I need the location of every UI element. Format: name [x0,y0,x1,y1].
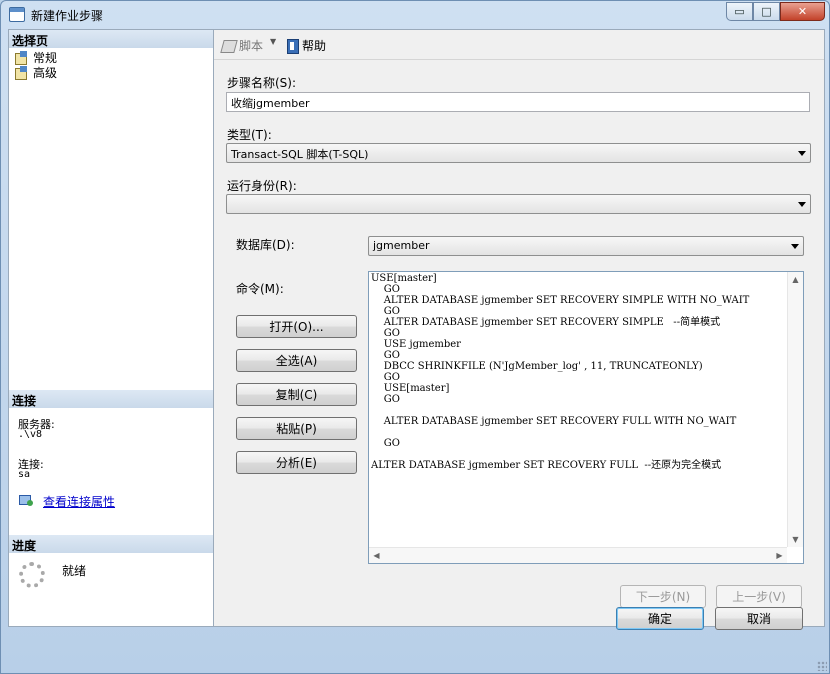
help-button[interactable]: 帮助 [286,37,326,54]
type-label: 类型(T): [227,128,272,142]
scroll-left-icon[interactable]: ◀ [369,548,384,563]
script-dropdown-arrow-icon[interactable]: ▼ [270,37,276,46]
cancel-button[interactable]: 取消 [715,607,803,630]
horizontal-scrollbar[interactable]: ◀ ▶ [369,547,787,563]
chevron-down-icon [798,202,806,207]
nav-item-advanced[interactable]: 高级 [13,65,57,80]
copy-button[interactable]: 复制(C) [236,383,357,406]
progress-status: 就绪 [62,564,87,578]
server-value: .\v8 [18,429,43,440]
run-as-label: 运行身份(R): [227,179,297,193]
progress-header: 进度 [9,535,213,553]
run-as-select[interactable] [226,194,811,214]
script-button[interactable]: 脚本 [221,37,263,54]
step-name-label: 步骤名称(S): [227,76,297,90]
parse-button[interactable]: 分析(E) [236,451,357,474]
close-button[interactable]: ✕ [780,2,825,21]
connection-value: sa [18,469,31,480]
ok-button[interactable]: 确定 [616,607,704,630]
vertical-scrollbar[interactable]: ▲ ▼ [787,272,803,547]
nav-item-label: 高级 [33,66,58,80]
previous-step-button[interactable]: 上一步(V) [716,585,802,608]
right-pane: 脚本 ▼ 帮助 步骤名称(S): 收缩jgmember 类型(T): Trans… [214,29,825,627]
scroll-up-icon[interactable]: ▲ [788,272,803,287]
select-page-header: 选择页 [9,30,213,48]
page-advanced-icon [13,66,29,80]
view-connection-properties-link[interactable]: 查看连接属性 [43,493,115,510]
command-label: 命令(M): [236,282,284,296]
window-title: 新建作业步骤 [31,9,104,23]
nav-item-general[interactable]: 常规 [13,50,57,65]
maximize-button[interactable]: □ [753,2,780,21]
title-bar[interactable]: 新建作业步骤 ▭ □ ✕ [1,1,829,29]
database-select-value: jgmember [373,239,430,252]
open-button[interactable]: 打开(O)... [236,315,357,338]
toolbar: 脚本 ▼ 帮助 [214,30,824,60]
job-step-dialog: 新建作业步骤 ▭ □ ✕ 选择页 常规 高级 连接 服务器: .\v8 连接: … [0,0,830,674]
resize-grip-icon[interactable] [817,661,827,671]
left-pane: 选择页 常规 高级 连接 服务器: .\v8 连接: sa 查看连接属性 进度 … [8,29,214,627]
connection-properties-icon [19,493,35,507]
window-icon [9,7,25,22]
step-name-input[interactable]: 收缩jgmember [226,92,810,112]
chevron-down-icon [798,151,806,156]
minimize-button[interactable]: ▭ [726,2,753,21]
help-icon [286,38,300,54]
next-step-button[interactable]: 下一步(N) [620,585,706,608]
database-label: 数据库(D): [236,238,295,252]
chevron-down-icon [791,244,799,249]
page-general-icon [13,51,29,65]
command-text[interactable]: USE[master] GO ALTER DATABASE jgmember S… [371,273,787,545]
script-label: 脚本 [239,39,264,53]
database-select[interactable]: jgmember [368,236,804,256]
script-icon [221,39,237,53]
connection-header: 连接 [9,390,213,408]
type-select-value: Transact-SQL 脚本(T-SQL) [231,148,369,161]
caption-buttons: ▭ □ ✕ [726,2,825,21]
select-all-button[interactable]: 全选(A) [236,349,357,372]
scroll-right-icon[interactable]: ▶ [772,548,787,563]
paste-button[interactable]: 粘贴(P) [236,417,357,440]
progress-spinner-icon [19,562,45,588]
command-editor[interactable]: USE[master] GO ALTER DATABASE jgmember S… [368,271,804,564]
type-select[interactable]: Transact-SQL 脚本(T-SQL) [226,143,811,163]
scroll-down-icon[interactable]: ▼ [788,532,803,547]
help-label: 帮助 [302,39,327,53]
